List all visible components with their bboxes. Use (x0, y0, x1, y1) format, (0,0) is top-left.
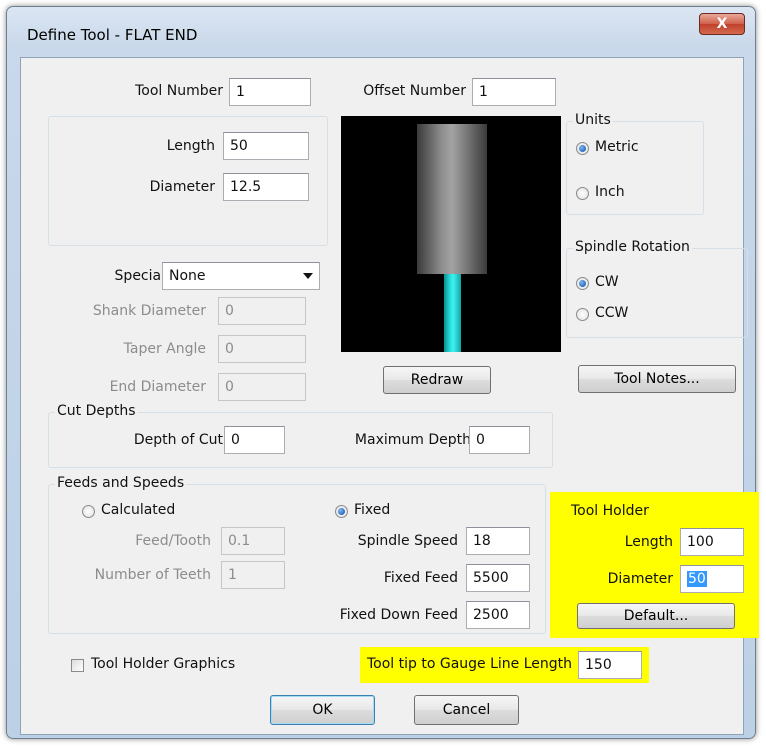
length-label: Length (166, 138, 215, 154)
feeds-fixed-radio[interactable] (335, 505, 348, 518)
offset-number-label: Offset Number (363, 83, 466, 99)
feed-tooth-label: Feed/Tooth (135, 533, 211, 549)
spindle-cw-radio[interactable] (576, 277, 589, 290)
window-title: Define Tool - FLAT END (27, 26, 198, 44)
tool-holder-length-label: Length (624, 534, 673, 550)
feeds-speeds-title: Feeds and Speeds (55, 475, 187, 491)
shank-diameter-label: Shank Diameter (92, 303, 206, 319)
cancel-button[interactable]: Cancel (414, 695, 519, 725)
fixed-down-feed-input[interactable]: 2500 (466, 601, 530, 629)
tool-holder-graphics-checkbox[interactable] (71, 659, 84, 672)
tool-shank-graphic (417, 124, 487, 274)
spindle-rotation-title: Spindle Rotation (573, 239, 692, 255)
tool-holder-diameter-input[interactable]: 50 (680, 565, 744, 593)
units-group (566, 121, 704, 215)
spindle-rotation-group (566, 248, 748, 338)
spindle-speed-input[interactable]: 18 (466, 527, 530, 555)
chevron-down-icon (303, 273, 313, 279)
special-label: Special (114, 268, 165, 284)
tool-holder-graphics-label: Tool Holder Graphics (91, 656, 236, 672)
units-metric-label: Metric (595, 139, 639, 155)
spindle-speed-label: Spindle Speed (357, 533, 458, 549)
length-input[interactable]: 50 (223, 132, 309, 160)
taper-angle-label: Taper Angle (123, 341, 206, 357)
spindle-ccw-radio[interactable] (576, 308, 589, 321)
end-diameter-input[interactable]: 0 (218, 373, 306, 401)
tool-number-input[interactable]: 1 (229, 78, 311, 106)
tool-holder-length-input[interactable]: 100 (680, 528, 744, 556)
units-metric-radio[interactable] (576, 142, 589, 155)
spindle-ccw-label: CCW (595, 305, 629, 321)
tool-notes-button[interactable]: Tool Notes... (578, 365, 736, 393)
depth-of-cut-input[interactable]: 0 (224, 426, 285, 454)
maximum-depth-input[interactable]: 0 (469, 426, 530, 454)
dialog-client-area: Tool Number 1 Offset Number 1 Length 50 … (20, 57, 759, 735)
special-select[interactable]: None (162, 262, 320, 290)
ok-button[interactable]: OK (270, 695, 375, 725)
offset-number-input[interactable]: 1 (472, 78, 556, 106)
tool-number-label: Tool Number (135, 83, 223, 99)
feeds-calculated-label: Calculated (101, 502, 176, 518)
fixed-down-feed-label: Fixed Down Feed (339, 607, 458, 623)
gauge-line-label: Tool tip to Gauge Line Length (367, 656, 573, 672)
tool-preview (341, 116, 561, 352)
spindle-cw-label: CW (595, 274, 619, 290)
taper-angle-input[interactable]: 0 (218, 335, 306, 363)
tool-holder-diameter-value: 50 (687, 571, 707, 587)
diameter-label: Diameter (149, 179, 215, 195)
close-icon: X (716, 16, 728, 32)
feeds-calculated-radio[interactable] (82, 505, 95, 518)
close-button[interactable]: X (699, 13, 745, 35)
special-select-value: None (169, 268, 206, 284)
redraw-button[interactable]: Redraw (383, 366, 491, 394)
end-diameter-label: End Diameter (109, 379, 206, 395)
number-of-teeth-input[interactable]: 1 (221, 561, 285, 589)
depth-of-cut-label: Depth of Cut (133, 432, 223, 448)
define-tool-dialog: Define Tool - FLAT END X Tool Number 1 O… (6, 6, 759, 739)
units-title: Units (573, 112, 613, 128)
feeds-fixed-label: Fixed (354, 502, 391, 518)
fixed-feed-label: Fixed Feed (383, 570, 458, 586)
shank-diameter-input[interactable]: 0 (218, 297, 306, 325)
tool-holder-title: Tool Holder (571, 503, 649, 519)
units-inch-radio[interactable] (576, 187, 589, 200)
tool-cutter-graphic (444, 274, 461, 352)
tool-holder-default-button[interactable]: Default... (577, 603, 735, 629)
maximum-depth-label: Maximum Depth (354, 432, 471, 448)
units-inch-label: Inch (595, 184, 625, 200)
diameter-input[interactable]: 12.5 (223, 173, 309, 201)
feed-tooth-input[interactable]: 0.1 (221, 527, 285, 555)
number-of-teeth-label: Number of Teeth (94, 567, 211, 583)
gauge-line-input[interactable]: 150 (578, 651, 642, 679)
cut-depths-title: Cut Depths (55, 403, 138, 419)
tool-holder-diameter-label: Diameter (607, 571, 673, 587)
fixed-feed-input[interactable]: 5500 (466, 564, 530, 592)
